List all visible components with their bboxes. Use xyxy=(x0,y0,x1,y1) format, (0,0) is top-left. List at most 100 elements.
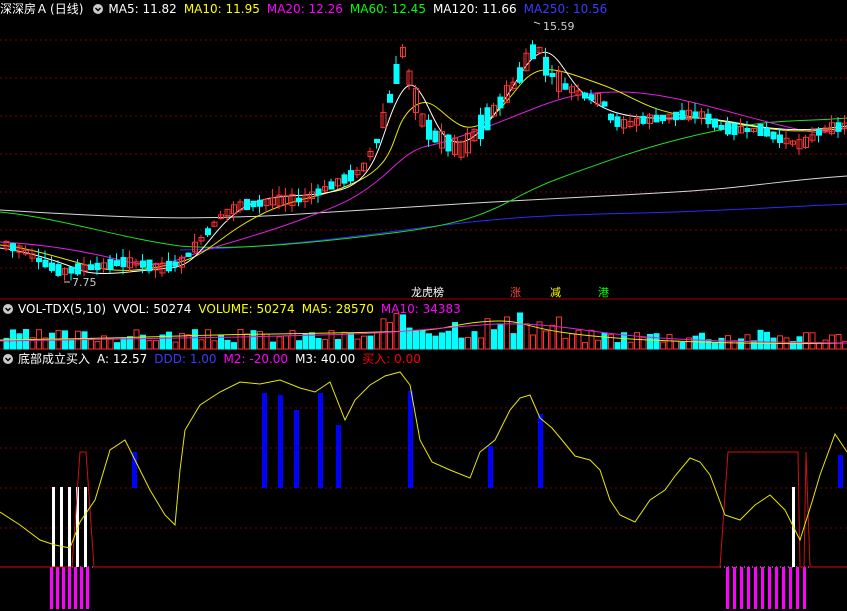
candle-body xyxy=(146,259,153,272)
volume-bar xyxy=(614,342,621,350)
signal-bar xyxy=(74,567,77,609)
volume-bar xyxy=(608,334,614,350)
volume-bar xyxy=(322,339,328,350)
volume-bar xyxy=(660,341,666,350)
volume-bar xyxy=(439,332,445,350)
price-gridlines xyxy=(0,39,847,269)
volume-bar xyxy=(601,332,608,350)
candle-body xyxy=(387,93,393,103)
volume-bar xyxy=(367,335,374,350)
volume-bar xyxy=(478,337,484,350)
candle-body xyxy=(608,113,614,121)
tag-reduce: 减 xyxy=(550,286,561,299)
candle-body xyxy=(757,124,764,136)
ma20-line xyxy=(0,91,847,266)
stock-chart-canvas[interactable]: 15.59 7.75 龙虎榜 涨 减 增 港 xyxy=(0,0,847,611)
tag-hk: 港 xyxy=(598,286,609,299)
event-tags[interactable]: 龙虎榜 涨 减 增 港 xyxy=(411,285,609,299)
candle-body xyxy=(660,114,666,122)
signal-bar xyxy=(50,567,53,609)
candle-body xyxy=(341,174,348,184)
candle-body xyxy=(88,264,94,271)
high-price-marker: 15.59 xyxy=(533,20,575,33)
volume-bar xyxy=(764,331,770,350)
candle-body xyxy=(107,259,114,270)
volume-bar xyxy=(192,329,198,350)
signal-bar xyxy=(68,567,71,609)
signal-bar xyxy=(62,567,65,609)
volume-bar xyxy=(562,337,569,350)
volume-bar xyxy=(445,330,452,350)
candle-body xyxy=(497,96,504,109)
signal-bar xyxy=(768,567,771,609)
candle-body xyxy=(42,259,49,268)
candle-body xyxy=(55,264,62,276)
signal-bar xyxy=(761,567,764,609)
volume-bar xyxy=(81,331,88,350)
volume-bar xyxy=(530,334,536,350)
ddd-bar xyxy=(838,455,843,488)
candle-body xyxy=(712,118,718,128)
ma5-line xyxy=(0,51,847,274)
candle-body xyxy=(185,252,192,257)
candle-body xyxy=(172,261,179,267)
candle-body xyxy=(140,260,146,268)
candle-body xyxy=(315,188,322,196)
buy-step-line xyxy=(0,451,847,568)
volume-bar xyxy=(68,339,75,350)
buy-signal-bars xyxy=(52,487,795,567)
tag-dragon-tiger: 龙虎榜 xyxy=(411,285,444,299)
ddd-bar xyxy=(318,393,323,488)
signal-bar xyxy=(782,567,785,609)
volume-bar xyxy=(88,338,94,350)
signal-bar xyxy=(86,567,89,609)
buy-signal-bar xyxy=(84,487,87,567)
signal-bar xyxy=(56,567,59,609)
candle-body xyxy=(582,92,588,99)
volume-bar xyxy=(107,338,114,350)
volume-bar xyxy=(692,335,699,350)
candle-body xyxy=(692,111,699,119)
volume-bar xyxy=(582,342,588,350)
volume-bar xyxy=(569,333,575,350)
tag-rise: 涨 xyxy=(510,286,521,299)
volume-bar xyxy=(380,318,387,350)
candle-body xyxy=(679,110,686,120)
volume-bar xyxy=(803,332,809,350)
candle-body xyxy=(120,257,127,268)
candle-body xyxy=(562,83,569,90)
ddd-bar xyxy=(488,446,493,488)
ddd-bar xyxy=(262,393,267,488)
volume-bar xyxy=(348,332,354,350)
signal-bar xyxy=(747,567,750,609)
candlesticks[interactable] xyxy=(3,40,847,281)
volume-bar xyxy=(237,329,244,350)
candle-body xyxy=(770,131,777,140)
volume-bar xyxy=(185,334,192,350)
candle-body xyxy=(614,116,621,127)
low-price-label: 7.75 xyxy=(72,276,97,289)
volume-bar xyxy=(94,341,101,350)
volume-bar xyxy=(627,341,634,350)
candle-body xyxy=(393,63,400,85)
volume-bar xyxy=(829,334,835,350)
candle-body xyxy=(517,67,523,83)
candle-body xyxy=(731,123,738,135)
candle-body xyxy=(166,260,172,272)
volume-bar xyxy=(822,339,829,350)
volume-bar xyxy=(120,338,127,350)
volume-bar xyxy=(302,333,309,350)
signal-bar xyxy=(80,567,83,609)
volume-bar xyxy=(276,336,283,350)
volume-bar xyxy=(114,342,120,350)
buy-signal-bar xyxy=(68,487,71,567)
candle-body xyxy=(543,56,549,76)
volume-bar xyxy=(387,322,393,350)
volume-bar xyxy=(673,340,679,350)
volume-bar xyxy=(543,330,549,350)
signal-bar xyxy=(789,567,792,609)
volume-bars[interactable] xyxy=(3,312,847,350)
buy-signal-bar xyxy=(52,487,55,567)
candle-body xyxy=(68,266,75,274)
volume-bar xyxy=(731,340,738,350)
